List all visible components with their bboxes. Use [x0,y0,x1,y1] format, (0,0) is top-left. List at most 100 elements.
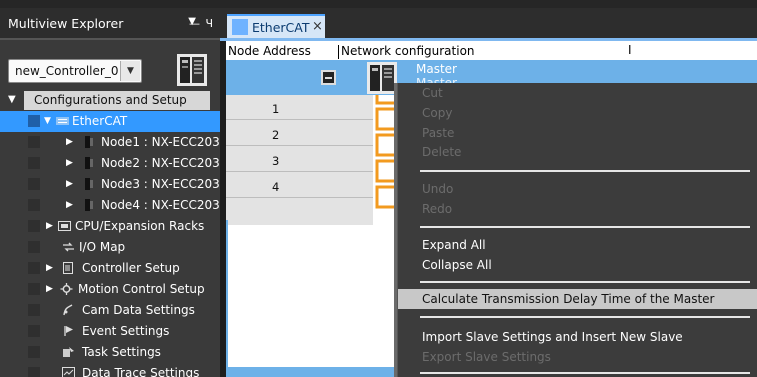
tree-item-node1[interactable]: ▶ Node1 : NX-ECC203 [0,132,220,153]
column-marker: I [628,43,632,57]
menu-item-copy[interactable]: Copy [398,103,757,123]
expand-right-icon[interactable]: ▶ [46,284,53,294]
menu-item-expand-all[interactable]: Expand All [398,235,757,255]
menu-item-export-slave-settings[interactable]: Export Slave Settings [398,347,757,367]
menu-item-label: Expand All [422,238,486,252]
node-address: 4 [272,180,280,194]
menu-item-label: Delete [422,145,462,159]
top-edge [220,0,757,8]
rack-icon [58,221,71,231]
tree-item-node3[interactable]: ▶ Node3 : NX-ECC203 [0,174,220,195]
tree-item-io-map[interactable]: I/O Map [0,237,220,258]
tree-item-label: Node3 : NX-ECC203 [101,177,220,191]
tree-item-controller-setup[interactable]: ▶ Controller Setup [0,258,220,279]
node-icon [85,157,93,169]
tree-item-label: Task Settings [82,345,161,359]
tree-item-motion-control-setup[interactable]: ▶ Motion Control Setup [0,279,220,300]
menu-item-delete[interactable]: Delete [398,142,757,162]
tree-item-cam-data-settings[interactable]: Cam Data Settings [0,300,220,321]
menu-item-label: Import Slave Settings and Insert New Sla… [422,330,683,344]
expand-right-icon[interactable]: ▶ [66,158,73,168]
tree-item-label: Cam Data Settings [82,303,195,317]
menu-item-undo[interactable]: Undo [398,179,757,199]
tab-label: EtherCAT [252,20,310,35]
tree-item-label: Controller Setup [82,261,180,275]
node-row[interactable]: 2 [226,121,373,146]
node-row[interactable]: 4 [226,173,373,198]
tree-gutter [28,304,40,316]
tree-gutter [28,136,40,148]
menu-item-label: Cut [422,86,443,100]
tree-item-label: Event Settings [82,324,170,338]
tree-item-cpu-expansion-racks[interactable]: ▶ CPU/Expansion Racks [0,216,220,237]
column-separator [338,45,339,59]
menu-item-redo[interactable]: Redo [398,199,757,219]
expand-down-icon[interactable]: ▼ [44,116,51,126]
flag-icon [64,326,73,336]
menu-item-import-slave-settings[interactable]: Import Slave Settings and Insert New Sla… [398,327,757,347]
menu-item-collapse-all[interactable]: Collapse All [398,255,757,275]
tree-item-node2[interactable]: ▶ Node2 : NX-ECC203 [0,153,220,174]
column-header: Node Address Network configuration I [226,43,757,60]
column-network-configuration: Network configuration [341,44,475,58]
node-icon [85,136,93,148]
tree-item-label: Node1 : NX-ECC203 [101,135,220,149]
expand-right-icon[interactable]: ▶ [66,200,73,210]
menu-item-calculate-transmission-delay[interactable]: Calculate Transmission Delay Time of the… [398,289,757,309]
collapse-icon[interactable] [321,70,336,85]
menu-item-label: Copy [422,106,453,120]
menu-item-cut[interactable]: Cut [398,83,757,103]
controller-select[interactable]: new_Controller_0 ▼ [8,59,142,83]
tab-ethercat[interactable]: EtherCAT × [227,14,325,38]
node-row[interactable]: 3 [226,147,373,172]
menu-separator [420,372,750,374]
node-icon [85,178,93,190]
tree-item-event-settings[interactable]: Event Settings [0,321,220,342]
master-label: Master [416,62,457,76]
column-node-address: Node Address [228,44,311,58]
expand-right-icon[interactable]: ▶ [66,137,73,147]
node-address: 2 [272,128,280,142]
menu-separator [420,281,750,283]
menu-item-paste[interactable]: Paste [398,123,757,143]
expand-down-icon[interactable]: ▼ [8,94,16,105]
expand-right-icon[interactable]: ▶ [46,221,53,231]
menu-separator [420,226,750,228]
expand-right-icon[interactable]: ▶ [66,179,73,189]
tree-root-configurations[interactable]: ▼ Configurations and Setup [0,90,210,111]
chevron-down-icon[interactable]: ▼ [120,61,140,81]
tree-item-task-settings[interactable]: Task Settings [0,342,220,363]
tree-item-ethercat[interactable]: ▼ EtherCAT [0,111,220,132]
tree-gutter [28,283,40,295]
tree-item-label: Data Trace Settings [82,366,200,377]
expand-right-icon[interactable]: ▶ [46,263,53,273]
tree-item-label: Node4 : NX-ECC203 [101,198,220,212]
node-icon [85,199,93,211]
ethercat-icon [56,117,69,125]
tree-gutter [28,325,40,337]
node-address: 3 [272,154,280,168]
tree-item-data-trace-settings[interactable]: Data Trace Settings [0,363,220,377]
controller-select-value: new_Controller_0 [15,64,119,78]
tree-gutter [28,199,40,211]
pin-icon[interactable]: — Ч [189,17,214,30]
close-icon[interactable]: × [312,19,323,34]
tree-gutter [28,367,40,377]
menu-separator [420,170,750,172]
ethercat-tab-icon [232,19,248,35]
menu-item-label: Paste [422,126,455,140]
node-address-column: 1 2 3 4 [226,95,373,225]
controller-setup-icon [63,262,73,274]
tree-item-label: I/O Map [79,240,126,254]
menu-item-label: Calculate Transmission Delay Time of the… [422,292,715,306]
tree-item-label: Motion Control Setup [78,282,205,296]
tree-gutter [28,115,40,127]
tree-gutter [28,241,40,253]
context-menu: Cut Copy Paste Delete Undo Redo Expand A… [397,83,757,377]
node-row[interactable]: 1 [226,95,373,120]
master-device-icon [367,62,397,94]
tree-gutter [28,157,40,169]
tree-item-node4[interactable]: ▶ Node4 : NX-ECC203 [0,195,220,216]
task-icon [63,347,74,357]
node-address: 1 [272,102,280,116]
